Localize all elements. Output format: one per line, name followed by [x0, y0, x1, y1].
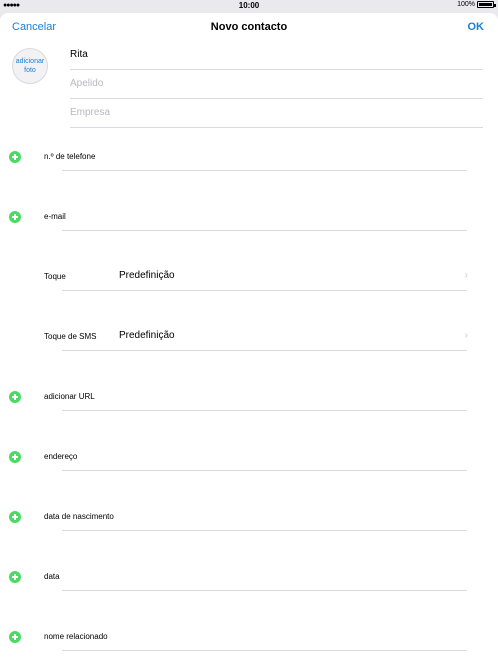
- divider: [62, 650, 467, 651]
- add-date-label: data: [44, 572, 60, 581]
- add-icon: [9, 631, 21, 643]
- add-icon: [9, 451, 21, 463]
- nav-bar: Cancelar Novo contacto OK: [0, 13, 498, 41]
- battery-percent: 100%: [457, 1, 475, 8]
- add-email-row[interactable]: e-mail: [0, 199, 498, 259]
- sms-tone-value: Predefinição: [119, 330, 175, 341]
- divider: [62, 530, 467, 531]
- add-phone-label: n.º de telefone: [44, 152, 96, 161]
- add-url-row[interactable]: adicionar URL: [0, 379, 498, 439]
- last-name-field[interactable]: Apelido: [70, 70, 483, 99]
- add-photo-label-line2: foto: [24, 67, 36, 74]
- ok-button[interactable]: OK: [468, 21, 485, 33]
- add-related-name-label: nome relacionado: [44, 632, 108, 641]
- divider: [62, 590, 467, 591]
- chevron-right-icon: ›: [464, 330, 468, 341]
- add-url-label: adicionar URL: [44, 392, 95, 401]
- divider: [62, 350, 467, 351]
- new-contact-sheet: Cancelar Novo contacto OK adicionar foto…: [0, 13, 498, 664]
- add-icon: [9, 571, 21, 583]
- status-bar: ●●●●● 10:00 100%: [0, 0, 498, 12]
- ringtone-label: Toque: [44, 272, 66, 281]
- ringtone-row[interactable]: Toque Predefinição ›: [0, 259, 498, 319]
- add-photo-label-line1: adicionar: [15, 58, 45, 65]
- add-related-name-row[interactable]: nome relacionado: [0, 619, 498, 664]
- chevron-right-icon: ›: [464, 270, 468, 281]
- status-time: 10:00: [238, 1, 260, 10]
- sms-tone-label: Toque de SMS: [44, 332, 97, 341]
- add-phone-row[interactable]: n.º de telefone: [0, 139, 498, 199]
- battery-indicator: 100%: [457, 1, 496, 8]
- add-photo-button[interactable]: adicionar foto: [12, 48, 48, 84]
- divider: [62, 290, 467, 291]
- add-icon: [9, 151, 21, 163]
- page-title: Novo contacto: [210, 21, 288, 33]
- divider: [62, 410, 467, 411]
- ringtone-value: Predefinição: [119, 270, 175, 281]
- battery-icon: [477, 1, 496, 8]
- divider: [62, 230, 467, 231]
- add-address-label: endereço: [44, 452, 78, 461]
- add-birthday-label: data de nascimento: [44, 512, 114, 521]
- sms-tone-row[interactable]: Toque de SMS Predefinição ›: [0, 319, 498, 379]
- add-email-label: e-mail: [44, 212, 66, 221]
- add-address-row[interactable]: endereço: [0, 439, 498, 499]
- first-name-field[interactable]: Rita: [70, 41, 483, 70]
- add-date-row[interactable]: data: [0, 559, 498, 619]
- add-icon: [9, 511, 21, 523]
- company-field[interactable]: Empresa: [70, 99, 483, 128]
- add-birthday-row[interactable]: data de nascimento: [0, 499, 498, 559]
- divider: [62, 470, 467, 471]
- add-icon: [9, 211, 21, 223]
- divider: [62, 170, 467, 171]
- add-icon: [9, 391, 21, 403]
